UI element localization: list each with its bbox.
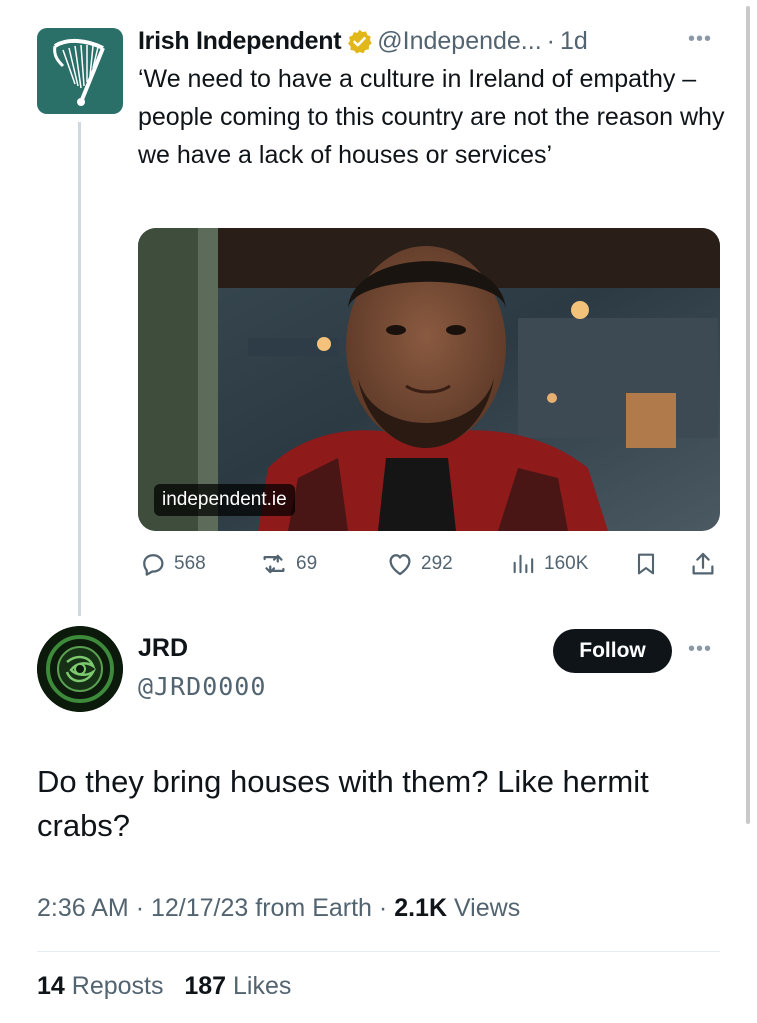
quoted-more-icon[interactable]: •••: [688, 28, 712, 51]
bookmark-button[interactable]: [632, 544, 660, 584]
user-handle[interactable]: @JRD0000: [138, 672, 266, 701]
link-card-domain: independent.ie: [154, 484, 295, 516]
like-count: 292: [421, 553, 453, 574]
quoted-display-name[interactable]: Irish Independent: [138, 27, 342, 56]
separator-dot: ·: [135, 894, 151, 922]
thread-line: [78, 122, 81, 616]
separator-dot: ·: [546, 26, 555, 55]
jrd-avatar[interactable]: [37, 626, 123, 712]
quoted-handle[interactable]: @Independe...: [377, 27, 541, 56]
display-name[interactable]: JRD: [138, 634, 188, 663]
reposts-count: 14: [37, 972, 65, 1000]
views-chart-icon: [513, 554, 534, 574]
repost-button[interactable]: 69: [258, 544, 317, 584]
repost-count: 69: [296, 553, 318, 574]
tweet-source: from Earth: [255, 894, 372, 922]
likes-label: Likes: [233, 972, 292, 1000]
views-count: 160K: [544, 553, 589, 574]
divider: [37, 951, 720, 952]
follow-button[interactable]: Follow: [553, 629, 672, 673]
bookmark-icon: [637, 553, 655, 575]
likes-link[interactable]: 187 Likes: [184, 972, 291, 1000]
quoted-tweet-actions: 568 69 292 160K: [0, 544, 757, 584]
views-button[interactable]: 160K: [510, 544, 588, 584]
like-button[interactable]: 292: [385, 544, 453, 584]
likes-count: 187: [184, 972, 227, 1000]
quoted-tweet-text: ‘We need to have a culture in Ireland of…: [138, 65, 725, 169]
repost-icon: [263, 554, 285, 574]
share-button[interactable]: [688, 544, 718, 584]
quoted-tweet-header: Irish Independent @Independe... · 1d: [138, 24, 728, 58]
tweet-text: Do they bring houses with them? Like her…: [37, 764, 649, 843]
harp-logo-icon: [53, 39, 105, 106]
views-count: 2.1K: [394, 894, 447, 922]
heart-icon: [389, 554, 411, 576]
reply-icon: [143, 554, 164, 576]
verified-badge-icon: [348, 29, 373, 54]
scrollbar[interactable]: [746, 6, 750, 824]
views-label: Views: [453, 894, 521, 922]
tweet-time[interactable]: 2:36 AM: [37, 894, 129, 922]
tweet-date[interactable]: 12/17/23: [151, 894, 248, 922]
avatar-image: [37, 626, 123, 712]
tweet-meta: 2:36 AM · 12/17/23 from Earth · 2.1K Vie…: [37, 894, 520, 923]
reposts-label: Reposts: [71, 972, 164, 1000]
quoted-time-ago[interactable]: 1d: [560, 27, 588, 56]
more-options-icon[interactable]: •••: [688, 638, 712, 661]
reposts-link[interactable]: 14 Reposts: [37, 972, 163, 1000]
tweet-stats: 14 Reposts 187 Likes: [37, 972, 291, 1001]
reply-button[interactable]: 568: [138, 544, 206, 584]
separator-dot: ·: [378, 894, 395, 922]
share-icon: [692, 552, 714, 575]
irish-independent-avatar[interactable]: [37, 28, 123, 114]
reply-count: 568: [174, 553, 206, 574]
